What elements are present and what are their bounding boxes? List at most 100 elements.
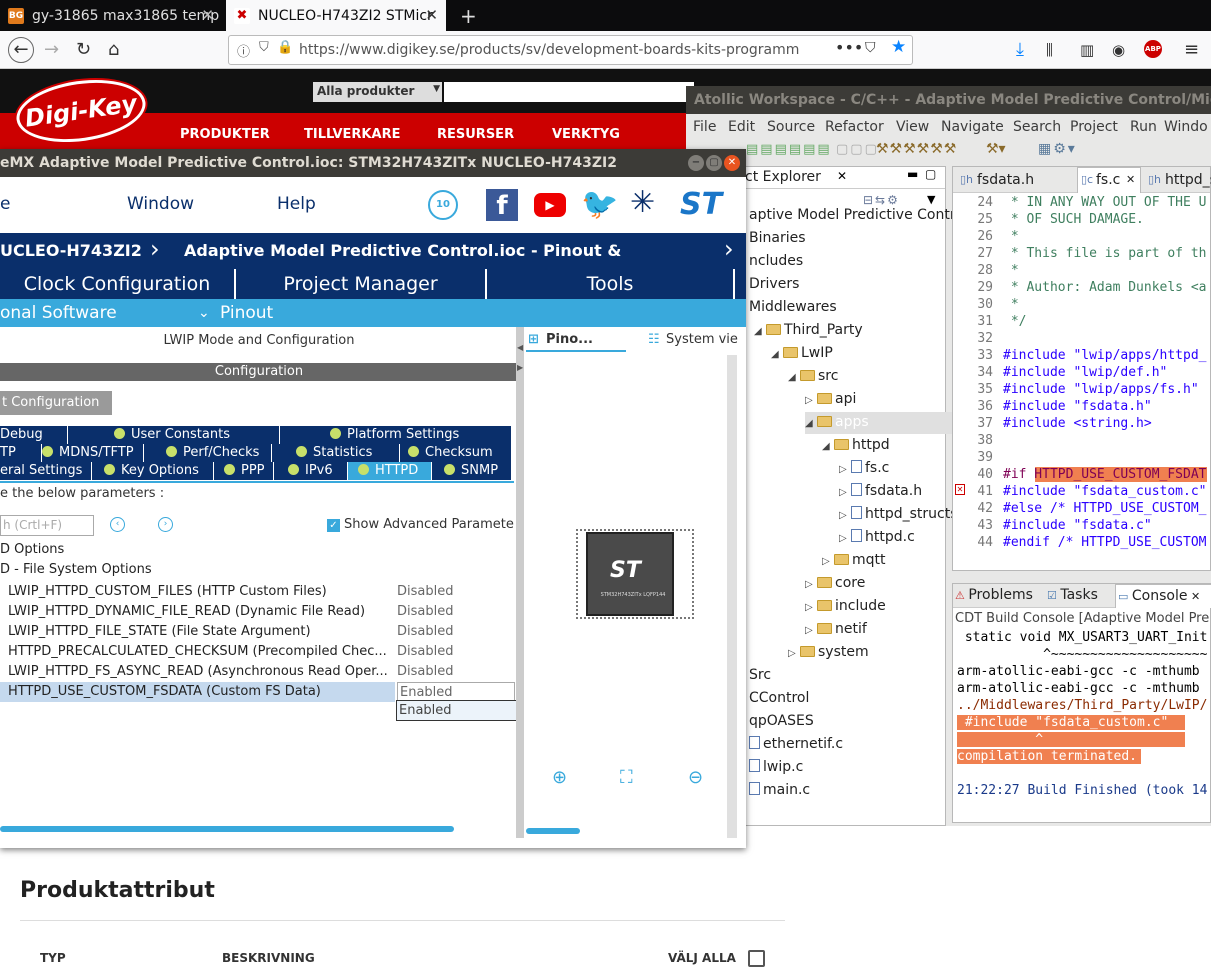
chevron-down-icon[interactable]: ◢ [754, 322, 766, 342]
search-next-icon[interactable]: › [158, 517, 173, 532]
chevron-down-icon[interactable]: ◢ [771, 345, 783, 365]
tab-ppp[interactable]: PPP [214, 462, 274, 480]
tab-perf-checks[interactable]: Perf/Checks [144, 444, 272, 462]
tab-httpd[interactable]: HTTPD [348, 462, 432, 480]
tree-item[interactable]: ▷ core [805, 573, 865, 595]
parameter-value[interactable]: Disabled [397, 622, 453, 642]
chevron-right-icon[interactable]: ▷ [805, 598, 817, 618]
chevron-down-icon[interactable]: ◢ [822, 437, 834, 457]
tab-problems[interactable]: ⚠ Problems [955, 587, 1033, 603]
url-text[interactable]: https://www.digikey.se/products/sv/devel… [299, 42, 799, 58]
console-output[interactable]: static void MX_USART3_UART_Init ^~~~~~~~… [953, 628, 1210, 822]
tree-item[interactable]: Drivers [737, 274, 799, 294]
show-advanced-checkbox[interactable]: ✓ [327, 519, 340, 532]
vertical-scrollbar[interactable] [727, 355, 737, 838]
tree-item[interactable]: qpOASES [737, 711, 814, 731]
menu-run[interactable]: Run [1130, 114, 1157, 140]
tab-platform-settings[interactable]: Platform Settings [280, 426, 512, 444]
build-dropdown-icon[interactable]: ⚒▾ [986, 141, 1006, 157]
menu-help[interactable]: Help [277, 194, 316, 214]
anniversary-icon[interactable]: 10 [428, 190, 458, 220]
minimize-icon[interactable]: ▬ [907, 167, 918, 181]
toolbar-file-icons[interactable]: ▤▤▤▤▤▤ [746, 142, 832, 157]
splitter[interactable] [516, 327, 524, 838]
tree-item[interactable]: ▷ api [805, 389, 856, 411]
close-icon[interactable]: ✕ [837, 169, 847, 183]
info-icon[interactable]: ⓘ [237, 41, 250, 60]
sidebar-icon[interactable]: ▥ [1080, 38, 1094, 62]
collapse-icon[interactable]: ◀ [517, 343, 523, 352]
tab-user-constants[interactable]: User Constants [68, 426, 280, 444]
bookmark-star-icon[interactable]: ★ [891, 37, 906, 57]
subtab-software[interactable]: onal Software [0, 299, 117, 327]
search-input[interactable] [444, 82, 694, 102]
chevron-right-icon[interactable]: ▷ [805, 391, 817, 411]
tab-project-manager[interactable]: Project Manager [236, 269, 487, 299]
url-bar[interactable]: ⓘ ⛉ 🔒 https://www.digikey.se/products/sv… [228, 35, 913, 65]
group-file-system-options[interactable]: D - File System Options [0, 562, 152, 577]
toolbar-build-icons[interactable]: ⚒⚒⚒⚒⚒⚒ [876, 141, 957, 157]
nav-verktyg[interactable]: VERKTYG [552, 127, 620, 142]
toolbar-debug-icons[interactable]: ▦⚙▾ [1038, 141, 1077, 157]
parameter-value[interactable]: Disabled [397, 602, 453, 622]
toolbar-save-icons[interactable]: ▢▢▢ [836, 142, 879, 157]
menu-view[interactable]: View [896, 114, 929, 140]
breadcrumb-board[interactable]: UCLEO-H743ZI2 [0, 233, 142, 269]
menu-file[interactable]: File [693, 114, 716, 140]
tree-item[interactable]: ◢ httpd [822, 435, 890, 457]
parameter-value[interactable]: Disabled [397, 662, 453, 682]
horizontal-scrollbar[interactable] [0, 826, 454, 832]
reset-configuration-button[interactable]: t Configuration [0, 391, 112, 415]
search-previous-icon[interactable]: ‹ [110, 517, 125, 532]
tab-general-settings[interactable]: eral Settings [0, 462, 92, 480]
account-icon[interactable]: ◉ [1112, 38, 1125, 62]
tree-item[interactable]: ◢ src [788, 366, 838, 388]
pocket-icon[interactable]: ⛉ [865, 40, 876, 56]
tab-system-view[interactable]: ☷ System vie [646, 330, 738, 352]
close-icon[interactable]: ✕ [1126, 168, 1135, 192]
select-all-checkbox[interactable] [748, 950, 765, 967]
st-logo[interactable]: ST [680, 187, 738, 222]
parameter-row[interactable]: HTTPD_PRECALCULATED_CHECKSUM (Precompile… [0, 642, 395, 662]
tree-item[interactable]: ◢ Third_Party [754, 320, 863, 342]
tree-item[interactable]: aptive Model Predictive Contr [737, 205, 956, 225]
tab-ipv6[interactable]: IPv6 [274, 462, 348, 480]
editor-tab-fsdata-h[interactable]: ▯h fsdata.h [957, 169, 1073, 193]
parameter-value[interactable]: Enabled [397, 682, 515, 702]
subtab-pinout[interactable]: Pinout [220, 299, 273, 327]
search-input[interactable]: h (Crtl+F) [0, 515, 94, 536]
back-icon[interactable]: ← [8, 37, 34, 63]
chevron-right-icon[interactable]: ▷ [839, 460, 851, 480]
menu-refactor[interactable]: Refactor [825, 114, 884, 140]
tab-checksum[interactable]: Checksum [400, 444, 512, 462]
tree-item[interactable]: ▷ fs.c [839, 458, 889, 480]
browser-tab-2[interactable]: ✖ NUCLEO-H743ZI2 STMicr ✕ [226, 0, 446, 31]
tree-item[interactable]: Middlewares [737, 297, 837, 317]
tab-key-options[interactable]: Key Options [92, 462, 214, 480]
chevron-down-icon[interactable]: ◢ [788, 368, 800, 388]
browser-tab-1[interactable]: BG gy-31865 max31865 temp ✕ [0, 0, 222, 31]
close-icon[interactable]: ✕ [201, 6, 214, 24]
close-icon[interactable]: ✕ [425, 6, 438, 24]
adblock-icon[interactable]: ABP [1144, 40, 1162, 58]
tree-item[interactable]: main.c [737, 780, 810, 800]
chip-diagram[interactable]: ST STM32H743ZITx LQFP144 [576, 529, 694, 619]
chevron-right-icon[interactable]: ▷ [822, 552, 834, 572]
new-tab-icon[interactable]: + [452, 0, 478, 31]
tab-pinout-view[interactable]: ⊞ Pino... [526, 330, 626, 352]
nav-tillverkare[interactable]: TILLVERKARE [304, 127, 400, 142]
editor-tab-fs-c[interactable]: ▯c fs.c ✕ [1077, 167, 1141, 193]
twitter-icon[interactable]: 🐦 [581, 187, 618, 222]
tree-item[interactable]: ▷ mqtt [822, 550, 886, 572]
menu-window[interactable]: Window [127, 194, 194, 214]
tab-console[interactable]: ▭ Console ✕ [1115, 584, 1211, 608]
tree-item[interactable]: ncludes [737, 251, 803, 271]
tree-item[interactable]: ◢ LwIP [771, 343, 833, 365]
chevron-right-icon[interactable]: ▷ [788, 644, 800, 664]
menu-project[interactable]: Project [1070, 114, 1118, 140]
menu-icon[interactable]: ≡ [1184, 38, 1199, 62]
editor-tab-httpd-structs[interactable]: ▯hhttpd_st [1145, 169, 1211, 193]
menu-source[interactable]: Source [767, 114, 815, 140]
tree-item[interactable]: ▷ include [805, 596, 886, 618]
tree-item[interactable]: CControl [737, 688, 809, 708]
